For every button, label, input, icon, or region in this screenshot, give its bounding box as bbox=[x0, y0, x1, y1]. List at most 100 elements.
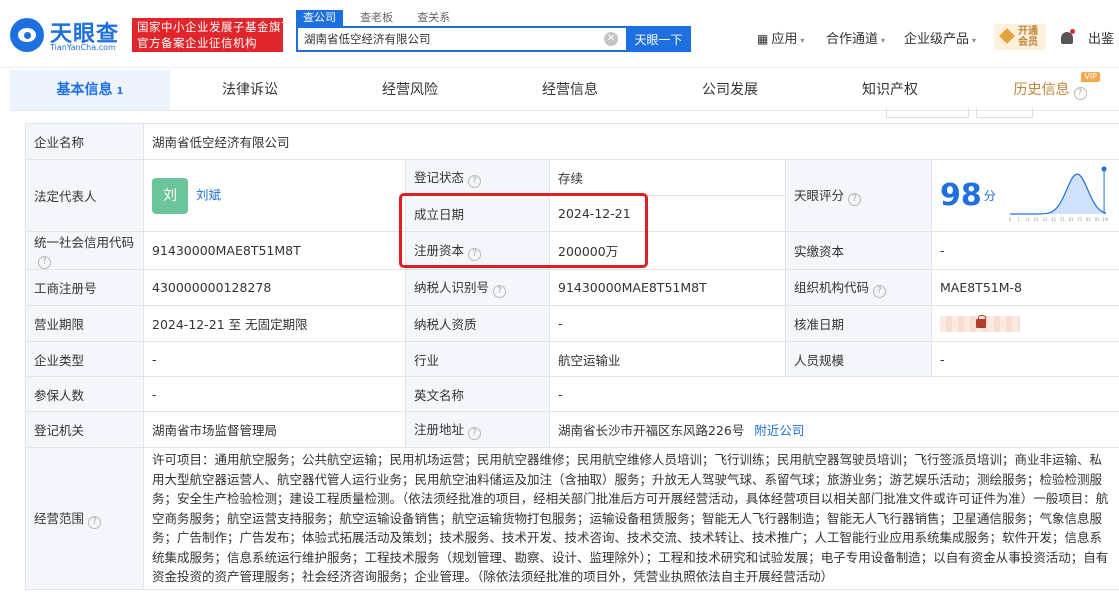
search-tab-boss[interactable]: 查老板 bbox=[353, 10, 400, 26]
address-value: 湖南省长沙市开福区东风路226号 bbox=[558, 423, 745, 438]
score-tick-label: 91 bbox=[1095, 217, 1101, 222]
authority-label: 登记机关 bbox=[25, 411, 144, 448]
tab-label: 经营风险 bbox=[382, 82, 438, 98]
capital-label-text: 注册资本 bbox=[414, 243, 465, 258]
help-icon: ? bbox=[1073, 87, 1087, 100]
table-row: 统一社会信用代码? 91430000MAE8T51M8T 注册资本? 20000… bbox=[25, 231, 1119, 270]
help-icon[interactable]: ? bbox=[88, 515, 102, 529]
company-name-label: 企业名称 bbox=[25, 123, 144, 160]
company-name-value: 湖南省低空经济有限公司 bbox=[142, 123, 1119, 160]
score-cell[interactable]: 98分 01112131415161718191100 bbox=[930, 159, 1119, 232]
table-row: 企业类型 - 行业 航空运输业 人员规模 - bbox=[25, 341, 1119, 377]
nearby-companies-link[interactable]: 附近公司 bbox=[754, 423, 804, 438]
scope-label: 经营范围? bbox=[25, 447, 144, 590]
taxpayer-id-label-text: 纳税人识别号 bbox=[414, 280, 490, 295]
search-type-tabs: 查公司 查老板 查关系 bbox=[296, 10, 463, 26]
staff-size-label: 人员规模 bbox=[785, 341, 932, 377]
help-icon[interactable]: ? bbox=[468, 175, 482, 188]
nav-partner[interactable]: 合作通道 ▾ bbox=[826, 28, 885, 47]
capital-value: 200000万 bbox=[549, 231, 786, 270]
paid-capital-value: - bbox=[930, 231, 1119, 270]
legal-rep-cell: 刘刘斌 bbox=[143, 159, 406, 232]
vip-line-1: 开通 bbox=[1018, 26, 1038, 37]
credit-code-label: 统一社会信用代码? bbox=[25, 231, 144, 270]
capital-label: 注册资本? bbox=[405, 231, 550, 270]
table-row: 参保人数 - 英文名称 - bbox=[25, 376, 1119, 412]
industry-value: 航空运输业 bbox=[549, 341, 786, 377]
legal-rep-link[interactable]: 刘斌 bbox=[196, 187, 221, 202]
paid-capital-label: 实缴资本 bbox=[785, 231, 932, 270]
taxpayer-qual-value: - bbox=[549, 305, 786, 342]
vip-line-2: 会员 bbox=[1018, 37, 1038, 48]
nav-partner-label: 合作通道 bbox=[826, 32, 879, 47]
table-row: 登记机关 湖南省市场监督管理局 注册地址? 湖南省长沙市开福区东风路226号 附… bbox=[25, 411, 1119, 448]
notification-dot bbox=[1070, 29, 1075, 34]
legal-rep-label: 法定代表人 bbox=[25, 159, 144, 232]
logo-domain: TianYanCha.com bbox=[50, 43, 116, 52]
help-icon[interactable]: ? bbox=[468, 427, 482, 440]
score-tick-label: 100 bbox=[1102, 217, 1108, 222]
score-label: 天眼评分? bbox=[785, 159, 932, 232]
toolbar-button[interactable] bbox=[976, 108, 1033, 118]
address-cell: 湖南省长沙市开福区东风路226号 附近公司 bbox=[548, 411, 1119, 448]
help-icon[interactable]: ? bbox=[493, 285, 507, 298]
official-badge: 国家中小企业发展子基金旗下 官方备案企业征信机构 bbox=[132, 18, 293, 52]
taxpayer-id-value: 91430000MAE8T51M8T bbox=[549, 269, 786, 306]
locked-value[interactable] bbox=[940, 314, 1020, 332]
score-label-text: 天眼评分 bbox=[794, 188, 845, 203]
term-value: 2024-12-21 至 无固定期限 bbox=[143, 305, 406, 342]
search-button[interactable]: 天眼一下 bbox=[626, 26, 691, 52]
site-logo[interactable]: 天眼查 TianYanCha.com bbox=[10, 16, 126, 54]
score-tick-label: 41 bbox=[1051, 217, 1057, 222]
search-input[interactable] bbox=[298, 28, 588, 50]
tab-history[interactable]: 历史信息? VIP bbox=[970, 70, 1119, 110]
table-row: 法定代表人 刘刘斌 登记状态? 存续 天眼评分? 98 分 0 1 11 21 31 41 5… bbox=[25, 159, 1119, 232]
help-icon[interactable]: ? bbox=[38, 256, 51, 269]
vip-button[interactable]: 开通 会员 bbox=[994, 24, 1046, 50]
staff-size-value: - bbox=[930, 341, 1119, 377]
search-tab-company[interactable]: 查公司 bbox=[296, 10, 343, 26]
grid-icon: ▦ bbox=[757, 32, 769, 46]
type-label: 企业类型 bbox=[25, 341, 144, 377]
taxpayer-qual-label: 纳税人资质 bbox=[405, 305, 550, 342]
logout-link[interactable]: 出鉴 bbox=[1088, 28, 1114, 47]
help-icon[interactable]: ? bbox=[873, 285, 887, 298]
address-label-text: 注册地址 bbox=[414, 422, 465, 437]
tab-basic-info[interactable]: 基本信息 1 bbox=[10, 70, 170, 110]
tab-risk[interactable]: 经营风险 bbox=[330, 70, 490, 110]
avatar[interactable]: 刘 bbox=[152, 177, 188, 214]
badge-line-1: 国家中小企业发展子基金旗下 bbox=[137, 20, 293, 34]
score-tick-label: 61 bbox=[1069, 217, 1075, 222]
tab-ip[interactable]: 知识产权 bbox=[810, 70, 970, 110]
approval-date-value[interactable] bbox=[930, 305, 1119, 342]
tab-development[interactable]: 公司发展 bbox=[650, 70, 810, 110]
address-label: 注册地址? bbox=[405, 411, 550, 448]
score-tick-label: 31 bbox=[1042, 217, 1048, 222]
credit-code-label-text: 统一社会信用代码 bbox=[34, 235, 135, 250]
table-row: 企业名称 湖南省低空经济有限公司 bbox=[25, 123, 1119, 160]
nav-enterprise[interactable]: 企业级产品 ▾ bbox=[904, 28, 976, 47]
nav-enterprise-label: 企业级产品 bbox=[904, 32, 970, 47]
help-icon[interactable]: ? bbox=[848, 193, 862, 206]
org-code-label-text: 组织机构代码 bbox=[794, 280, 870, 295]
help-icon[interactable]: ? bbox=[468, 248, 482, 261]
tab-label: 基本信息 bbox=[56, 82, 113, 98]
tab-legal[interactable]: 法律诉讼 bbox=[170, 70, 330, 110]
chevron-down-icon: ▾ bbox=[972, 36, 977, 45]
vip-label: 开通 会员 bbox=[1018, 26, 1038, 48]
search-tab-relation[interactable]: 查关系 bbox=[410, 10, 457, 26]
org-code-label: 组织机构代码? bbox=[785, 269, 932, 306]
score-marker-dot bbox=[1101, 166, 1107, 172]
distribution-area bbox=[1010, 174, 1106, 214]
scope-value: 许可项目：通用航空服务；公共航空运输；民用机场运营；民用航空器维修；民用航空维修… bbox=[142, 447, 1119, 590]
score-tick-label: 1 bbox=[1017, 217, 1020, 222]
tab-count: 1 bbox=[116, 86, 124, 97]
nav-apps[interactable]: ▦ 应用 ▾ bbox=[757, 28, 804, 47]
clear-icon[interactable]: ✕ bbox=[604, 32, 618, 46]
nav-apps-label: 应用 bbox=[771, 32, 798, 47]
table-row: 工商注册号 430000000128278 纳税人识别号? 91430000MA… bbox=[25, 269, 1119, 306]
taxpayer-id-label: 纳税人识别号? bbox=[405, 269, 550, 306]
badge-line-2: 官方备案企业征信机构 bbox=[137, 36, 257, 50]
toolbar-button[interactable] bbox=[886, 108, 969, 118]
tab-operations[interactable]: 经营信息 bbox=[490, 70, 650, 110]
